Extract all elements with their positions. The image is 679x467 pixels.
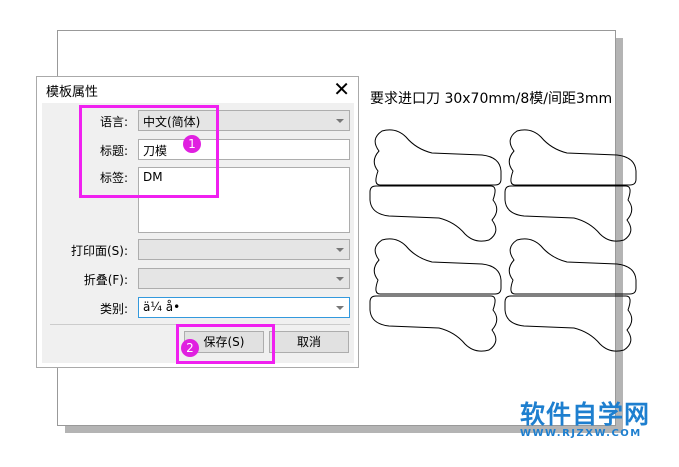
chevron-down-icon (336, 306, 344, 310)
die-shape[interactable] (508, 238, 637, 295)
print-side-select[interactable] (138, 239, 350, 260)
print-side-label: 打印面(S): (70, 244, 128, 258)
badge-2: 2 (181, 339, 199, 357)
die-shape[interactable] (369, 295, 498, 352)
highlight-box-1 (79, 105, 219, 198)
watermark-url: WWW.RJZXW.COM (520, 428, 642, 439)
die-shape[interactable] (369, 185, 498, 242)
chevron-down-icon (336, 248, 344, 252)
die-shape[interactable] (504, 295, 633, 352)
watermark-title: 软件自学网 (520, 400, 651, 429)
watermark-logo: 软件自学网 WWW.RJZXW.COM (520, 395, 650, 439)
die-shape[interactable] (373, 238, 502, 295)
badge-1: 1 (183, 135, 201, 153)
category-label: 类别: (99, 302, 128, 316)
fold-label: 折叠(F): (83, 273, 128, 287)
chevron-down-icon (336, 119, 344, 123)
die-shape[interactable] (504, 185, 633, 242)
category-select[interactable]: ä¼ å• (138, 297, 350, 318)
close-icon[interactable]: ✕ (333, 77, 350, 101)
fold-select[interactable] (138, 268, 350, 289)
category-value: ä¼ å• (143, 300, 181, 314)
die-shape[interactable] (508, 129, 637, 186)
die-shape[interactable] (373, 129, 502, 186)
chevron-down-icon (336, 277, 344, 281)
cancel-button[interactable]: 取消 (269, 331, 349, 353)
dialog-title: 模板属性 (46, 85, 99, 100)
